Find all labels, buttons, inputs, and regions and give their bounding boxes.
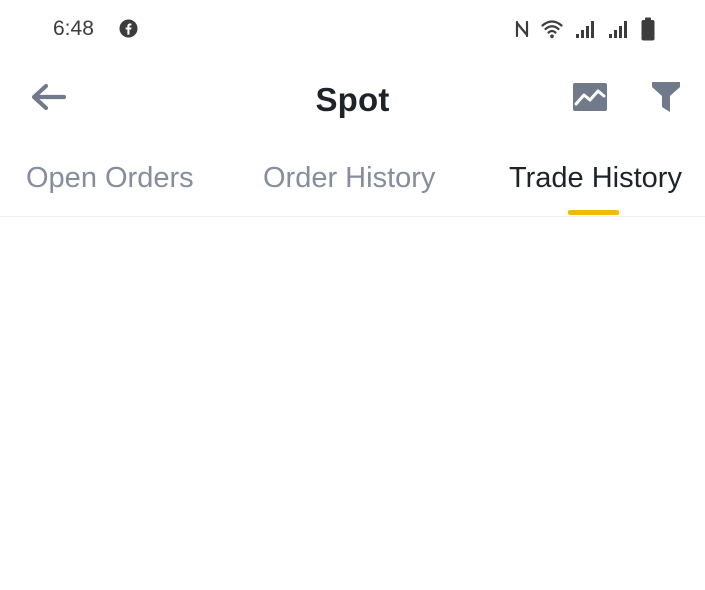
facebook-icon (119, 19, 138, 38)
chart-button[interactable] (571, 82, 609, 116)
battery-icon (641, 17, 655, 41)
active-tab-indicator (568, 210, 619, 215)
status-time: 6:48 (53, 17, 94, 40)
filter-button[interactable] (646, 80, 686, 118)
status-icons (515, 16, 655, 42)
tab-bar: Open Orders Order History Trade History (0, 150, 705, 217)
signal-icon (575, 19, 596, 39)
wifi-icon (541, 19, 563, 39)
status-bar: 6:48 (0, 0, 705, 58)
chart-icon (573, 82, 607, 116)
tab-trade-history[interactable]: Trade History (509, 160, 682, 196)
tab-order-history[interactable]: Order History (263, 160, 435, 196)
signal-icon (608, 19, 629, 39)
filter-icon (651, 81, 681, 118)
tab-open-orders[interactable]: Open Orders (26, 160, 194, 196)
trade-history-list (0, 217, 705, 590)
nfc-icon (515, 19, 529, 39)
header: Spot (0, 60, 705, 138)
